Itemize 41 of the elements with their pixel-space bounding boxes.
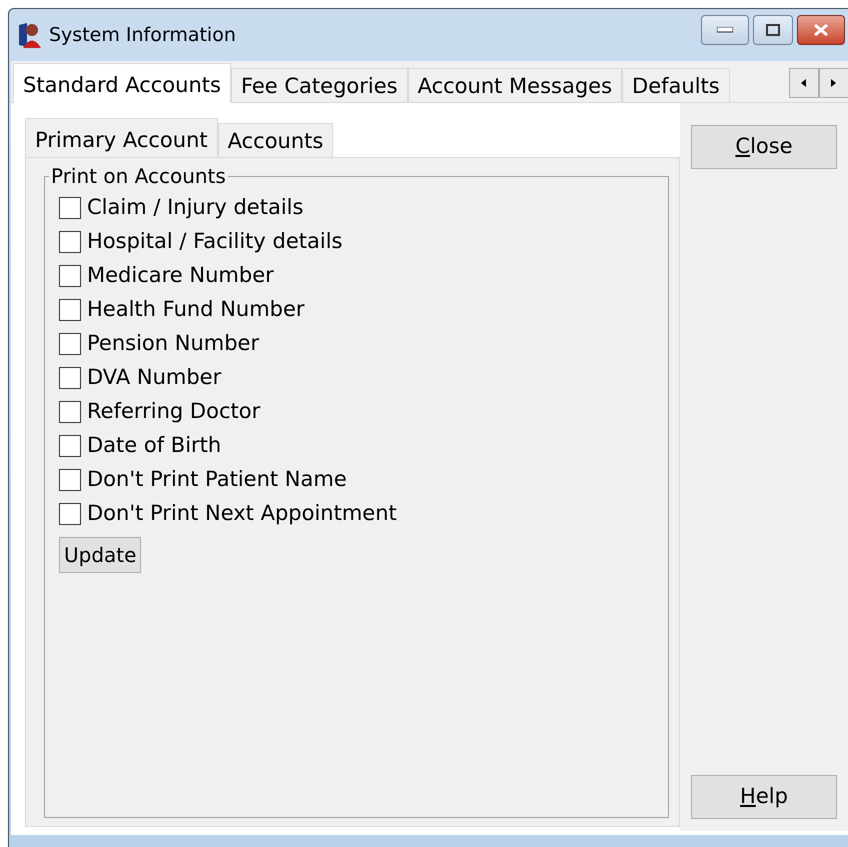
checkbox-label: Don't Print Next Appointment [87,500,397,528]
scroll-right-button[interactable] [819,68,848,98]
checkbox[interactable] [59,333,81,355]
maximize-icon [766,24,780,36]
tab[interactable]: Account Messages [408,68,622,102]
close-dialog-button[interactable]: Close [691,125,837,169]
window-title: System Information [49,22,236,48]
checkbox[interactable] [59,401,81,423]
checkbox-label: Medicare Number [87,262,274,290]
maximize-button[interactable] [753,15,793,45]
left-arrow-icon [801,79,807,87]
update-button[interactable]: Update [59,537,142,573]
checkbox[interactable] [59,299,81,321]
checkbox[interactable] [59,503,81,525]
minimize-icon [717,27,733,33]
checkbox-label: Referring Doctor [87,398,260,426]
checkbox[interactable] [59,265,81,287]
checkbox[interactable] [59,435,81,457]
checkbox[interactable] [59,469,81,491]
tab[interactable]: Standard Accounts [13,63,231,103]
tab[interactable]: Defaults [622,68,730,102]
tab[interactable]: Primary Account [25,118,218,158]
tab[interactable]: Accounts [218,123,334,157]
scroll-left-button[interactable] [789,68,819,98]
checkbox-label: Claim / Injury details [87,194,304,222]
checkbox[interactable] [59,367,81,389]
help-button[interactable]: Help [691,775,837,819]
close-icon [813,23,829,37]
checkbox-label: Hospital / Facility details [87,228,342,256]
checkbox-label: Don't Print Patient Name [87,466,347,494]
checkbox-label: Health Fund Number [87,296,305,324]
minimize-button[interactable] [701,15,749,45]
right-arrow-icon [831,79,837,87]
person-icon [17,21,43,49]
tab[interactable]: Fee Categories [230,68,408,102]
checkbox-label: Pension Number [87,330,260,358]
checkbox[interactable] [59,231,81,253]
checkbox[interactable] [59,197,81,219]
checkbox-label: DVA Number [87,364,222,392]
checkbox-label: Date of Birth [87,432,222,460]
close-button[interactable] [797,15,845,45]
